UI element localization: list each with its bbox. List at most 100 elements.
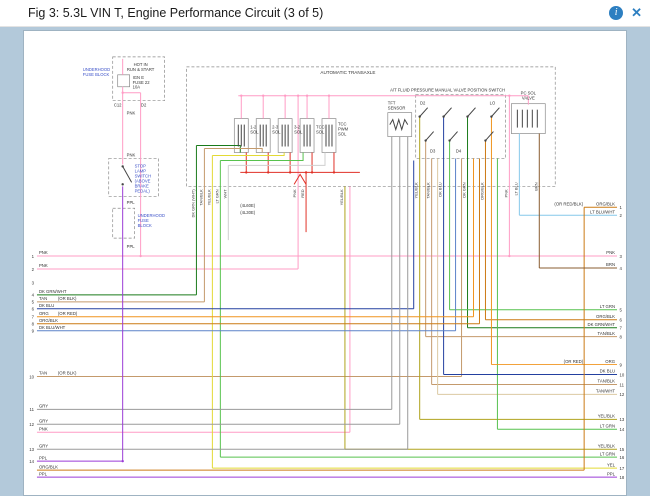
wire-blk (444, 108, 452, 117)
diagram-label: 7 (620, 326, 623, 331)
title-bar: Fig 3: 5.3L VIN T, Engine Performance Ci… (0, 0, 650, 27)
diagram-label: SENSOR (388, 106, 406, 111)
diagram-label: 5 (620, 308, 623, 313)
diagram-label: PNK (39, 250, 48, 255)
diagram-label: 11 (620, 382, 625, 387)
diagram-label: RUN & START (127, 67, 155, 72)
junction-dot (306, 95, 308, 97)
diagram-label: ORG/BLK (39, 464, 58, 469)
diagram-label: FUSE BLOCK (83, 72, 110, 77)
junction-dot (245, 171, 247, 173)
diagram-label: 13 (29, 447, 34, 452)
close-icon[interactable]: ✕ (631, 6, 642, 20)
junction-dot (424, 139, 426, 141)
diagram-label: 6 (32, 307, 35, 312)
diagram-label: 9 (32, 329, 35, 334)
wiring-diagram-svg: HOT INRUN & STARTUNDERHOODFUSE BLOCKIGN … (24, 31, 626, 495)
diagram-label: YEL/BLK (598, 414, 615, 419)
wiring-diagram-window: Fig 3: 5.3L VIN T, Engine Performance Ci… (0, 0, 650, 496)
diagram-label: PPL (39, 455, 48, 460)
diagram-label: LT GRN (600, 451, 615, 456)
diagram-label: GRY (39, 443, 48, 448)
wire-red (294, 174, 306, 184)
diagram-label: ORG/BLK (596, 201, 615, 206)
diagram-label: TAN/BLK (198, 189, 203, 206)
diagram-label: 6 (620, 318, 623, 323)
wire-tan (204, 148, 262, 152)
diagram-label: TAN/BLK (426, 182, 431, 199)
diagram-label: 10 (620, 372, 625, 377)
diagram-label: A/T FLUID PRESSURE MANUAL VALVE POSITION… (390, 88, 505, 93)
diagram-label: TAN/BLK (598, 331, 616, 336)
diagram-label: D3 (430, 148, 436, 153)
junction-dot (121, 183, 123, 185)
junction-dot (311, 171, 313, 173)
diagram-label: PNK (39, 263, 48, 268)
diagram-label: 10A (133, 85, 141, 90)
diagram-label: DK GRN (462, 182, 467, 198)
diagram-label: SOL (316, 130, 325, 135)
diagram-label: RED (300, 189, 305, 198)
diagram-label: TAN/WHT (596, 389, 616, 394)
diagram-label: PPL (127, 200, 136, 205)
junction-dot (297, 95, 299, 97)
wire-blk (491, 108, 499, 117)
diagram-label: D4 (456, 148, 462, 153)
wire-wht (228, 152, 325, 165)
diagram-label: (4L60E) (240, 203, 255, 208)
diagram-label: DK BLU (600, 369, 615, 374)
diagram-label: 3 (620, 254, 623, 259)
diagram-label: ORG/BLK (596, 314, 615, 319)
diagram-label: 2 (620, 213, 623, 218)
diagram-label: DK BLU (39, 303, 54, 308)
junction-dot (508, 95, 510, 97)
diagram-label: GRY (39, 419, 48, 424)
junction-dot (284, 95, 286, 97)
pc-sol-valve-box (511, 104, 545, 134)
diagram-label: PNK (606, 250, 615, 255)
diagram-label: ORG/BLK (39, 318, 58, 323)
diagram-label: 8 (620, 334, 623, 339)
diagram-label: D2 (420, 101, 426, 106)
junction-dot (240, 95, 242, 97)
junction-dot (442, 115, 444, 117)
fuse-symbol (118, 75, 130, 87)
diagram-label: VALVE (522, 96, 535, 101)
diagram-label: BRN (606, 262, 615, 267)
junction-dot (121, 460, 123, 462)
diagram-label: TAN (39, 371, 47, 376)
diagram-label: D2 (141, 103, 147, 108)
junction-dot (484, 139, 486, 141)
diagram-label: 13 (620, 417, 625, 422)
diagram-label: LT GRN (600, 304, 615, 309)
diagram-label: SOL (272, 130, 281, 135)
diagram-label: 4 (620, 266, 623, 271)
junction-dot (139, 255, 141, 257)
diagram-label: SOL (250, 130, 259, 135)
info-icon[interactable]: i (609, 6, 623, 20)
junction-dot (328, 95, 330, 97)
diagram-label: 18 (620, 475, 625, 480)
diagram-label: GRY (39, 404, 48, 409)
diagram-label: YEL/BLK (598, 443, 615, 448)
diagram-label: 7 (32, 315, 35, 320)
junction-dot (490, 115, 492, 117)
junction-dot (262, 95, 264, 97)
junction-dot (448, 139, 450, 141)
diagram-label: LT GRN (600, 423, 615, 428)
diagram-label: SOL (338, 132, 347, 137)
junction-dot (289, 171, 291, 173)
wire-ltgrn (220, 152, 303, 160)
diagram-label: 12 (620, 392, 625, 397)
diagram-label: LT BLU (513, 182, 518, 195)
diagram-label: 16 (620, 455, 625, 460)
diagram-label: YEL/BLK (339, 189, 344, 205)
diagram-label: 14 (620, 427, 625, 432)
diagram-label: 11 (30, 407, 35, 412)
diagram-label: (4L30E) (240, 210, 255, 215)
wire-blk (450, 132, 458, 141)
diagram-label: (OR BLK) (58, 371, 77, 376)
diagram-label: ORG (605, 359, 615, 364)
diagram-label: 4 (32, 293, 35, 298)
diagram-label: 1 (32, 254, 35, 259)
